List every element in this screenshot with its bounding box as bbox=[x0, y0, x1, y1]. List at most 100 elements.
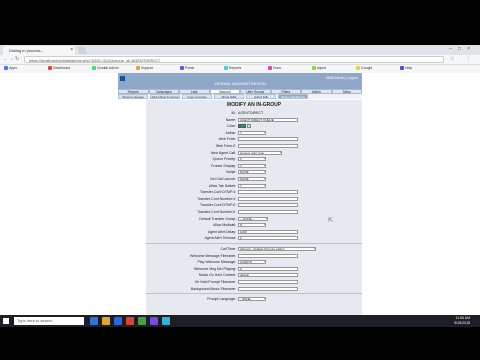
field-input[interactable] bbox=[238, 190, 298, 195]
field-select[interactable]: NONE bbox=[238, 170, 266, 175]
windows-start-icon[interactable] bbox=[3, 318, 9, 324]
url-input[interactable]: https://localhost/vicidial/admin.php?ADD… bbox=[24, 56, 444, 63]
sub-tab[interactable]: Add A DID bbox=[246, 94, 276, 99]
sub-tab[interactable]: Add A New In-Group bbox=[150, 94, 180, 99]
help-icon[interactable]: ? bbox=[232, 111, 234, 115]
field-label: Transfer-Conf DTMF 1: bbox=[199, 190, 236, 195]
help-icon[interactable]: ? bbox=[232, 131, 234, 135]
sub-tab[interactable]: Show Call Menus bbox=[278, 94, 308, 99]
color-swatch[interactable] bbox=[238, 124, 246, 129]
bookmark-item[interactable]: Agent bbox=[312, 66, 326, 71]
app-icon[interactable] bbox=[162, 317, 170, 325]
edge-icon[interactable] bbox=[114, 317, 122, 325]
field-input[interactable] bbox=[238, 286, 298, 291]
close-icon[interactable]: × bbox=[70, 46, 73, 55]
field-input[interactable]: 1000 bbox=[238, 229, 298, 234]
field-select[interactable]: 24hours - default 24 hours calling bbox=[238, 247, 316, 251]
field-select[interactable]: Y bbox=[238, 163, 266, 168]
field-label: Color: bbox=[226, 124, 236, 129]
field-select[interactable]: N bbox=[238, 223, 266, 228]
forward-icon[interactable]: → bbox=[9, 56, 14, 62]
browser-tab[interactable]: Dialing in process... × bbox=[3, 46, 75, 55]
field-input[interactable]: 0 bbox=[238, 236, 298, 241]
sub-nav: Show In-Groups Add A New In-Group Copy In-… bbox=[118, 94, 362, 99]
field-input[interactable]: 0 bbox=[238, 266, 298, 271]
field-select[interactable]: ---NONE--- bbox=[238, 216, 268, 221]
menu-icon[interactable]: ⋮ bbox=[466, 56, 471, 62]
new-tab-button[interactable] bbox=[76, 47, 88, 54]
field-input[interactable] bbox=[238, 253, 298, 258]
help-icon[interactable]: ? bbox=[232, 236, 234, 240]
help-icon[interactable]: ? bbox=[232, 190, 234, 194]
bookmark-item[interactable]: Portal bbox=[180, 66, 194, 71]
bookmark-item[interactable]: Dashboard bbox=[48, 66, 71, 71]
help-icon[interactable]: ? bbox=[232, 151, 234, 155]
field-select[interactable]: ALWAYS bbox=[238, 260, 266, 265]
field-input[interactable] bbox=[238, 137, 298, 142]
form-row: Transfer-Conf DTMF 2:? bbox=[146, 202, 362, 208]
field-input[interactable]: default bbox=[238, 273, 298, 278]
help-icon[interactable]: ? bbox=[232, 217, 234, 221]
help-icon[interactable]: ? bbox=[232, 203, 234, 207]
help-icon[interactable]: ? bbox=[232, 260, 234, 264]
sub-tab[interactable]: Copy In-Group bbox=[182, 94, 212, 99]
bookmark-item[interactable]: Google bbox=[356, 66, 372, 71]
help-icon[interactable]: ? bbox=[232, 124, 234, 128]
color-picker-button[interactable] bbox=[247, 124, 251, 129]
app-icon[interactable] bbox=[138, 317, 146, 325]
taskbar-search[interactable]: Type here to search bbox=[14, 317, 84, 325]
chrome-icon[interactable] bbox=[126, 317, 134, 325]
help-icon[interactable]: ? bbox=[232, 118, 234, 122]
field-select[interactable]: 0 bbox=[238, 157, 266, 162]
system-clock[interactable]: 11:56 AM 5/15/2018 bbox=[454, 316, 470, 326]
help-icon[interactable]: ? bbox=[232, 164, 234, 168]
help-icon[interactable]: ? bbox=[232, 280, 234, 284]
bookmark-item[interactable]: Support bbox=[136, 66, 153, 71]
help-icon[interactable]: ? bbox=[232, 137, 234, 141]
field-input[interactable] bbox=[238, 144, 298, 148]
field-input[interactable] bbox=[238, 280, 298, 284]
field-input[interactable] bbox=[238, 203, 298, 208]
bookmark-item[interactable]: Reports bbox=[224, 66, 241, 71]
bookmark-item[interactable]: Apps bbox=[4, 66, 17, 71]
field-select[interactable]: NONE bbox=[238, 177, 266, 181]
field-select[interactable]: Y bbox=[238, 130, 266, 135]
sub-tab[interactable]: Show DIDs bbox=[214, 94, 244, 99]
sidebar bbox=[118, 100, 146, 315]
help-icon[interactable]: ? bbox=[232, 210, 234, 214]
help-icon[interactable]: ? bbox=[232, 273, 234, 277]
field-select[interactable]: - NONE - bbox=[238, 297, 266, 302]
bookmark-label: Dashboard bbox=[53, 66, 71, 70]
field-input[interactable] bbox=[238, 196, 298, 201]
help-icon[interactable]: ? bbox=[232, 197, 234, 201]
help-icon[interactable]: ? bbox=[232, 287, 234, 291]
window-controls[interactable]: –□× bbox=[449, 46, 476, 52]
field-input[interactable] bbox=[238, 210, 298, 214]
back-icon[interactable]: ← bbox=[3, 56, 8, 62]
user-info[interactable]: 6666 Admin | Logout bbox=[326, 76, 358, 80]
help-icon[interactable]: ? bbox=[232, 267, 234, 271]
help-icon[interactable]: ? bbox=[232, 144, 234, 148]
file-explorer-icon[interactable] bbox=[102, 317, 110, 325]
app-icon[interactable] bbox=[150, 317, 158, 325]
bookmark-item[interactable]: Help bbox=[400, 66, 412, 71]
bookmark-item[interactable]: Vicidial Admin bbox=[92, 66, 119, 71]
bookmark-item[interactable]: Docs bbox=[268, 66, 281, 71]
help-icon[interactable]: ? bbox=[232, 247, 234, 251]
field-input[interactable]: AGENT DIRECT QUEUE bbox=[238, 117, 298, 122]
help-icon[interactable]: ? bbox=[232, 157, 234, 161]
field-select[interactable]: longest_wait_time bbox=[238, 150, 282, 155]
help-icon[interactable]: ? bbox=[232, 254, 234, 258]
help-icon[interactable]: ? bbox=[232, 170, 234, 174]
help-icon[interactable]: ? bbox=[232, 184, 234, 188]
help-icon[interactable]: ? bbox=[232, 177, 234, 181]
star-icon[interactable]: ☆ bbox=[450, 56, 454, 62]
reload-icon[interactable]: ↻ bbox=[15, 56, 19, 62]
help-icon[interactable]: ? bbox=[232, 230, 234, 234]
help-icon[interactable]: ? bbox=[232, 223, 234, 227]
task-view-icon[interactable] bbox=[90, 317, 98, 325]
field-select[interactable]: Y bbox=[238, 183, 266, 188]
help-icon[interactable]: ? bbox=[232, 297, 234, 301]
field-label: Background Music Filename: bbox=[190, 286, 236, 291]
sub-tab[interactable]: Show In-Groups bbox=[118, 94, 148, 99]
